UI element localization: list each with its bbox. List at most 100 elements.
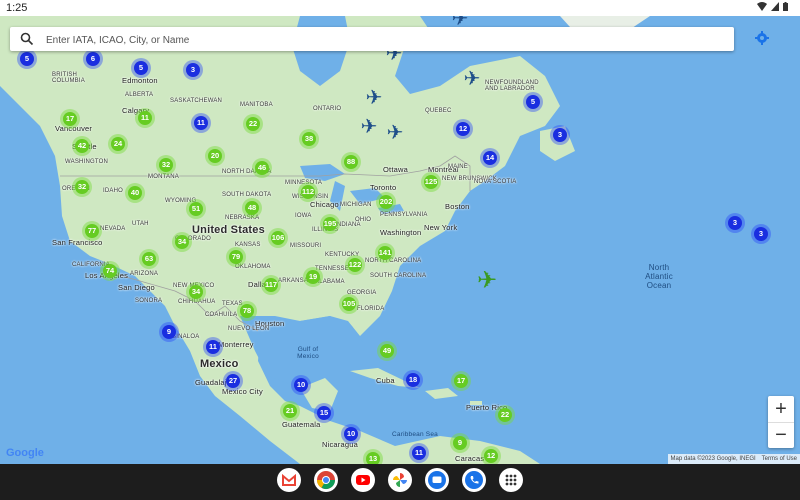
airport-cluster[interactable]: 46 (255, 161, 269, 175)
label-region: NEBRASKA (225, 215, 260, 221)
airport-cluster[interactable]: 48 (245, 201, 259, 215)
map-attribution: Map data ©2023 Google, INEGI Terms of Us… (667, 454, 800, 464)
airport-cluster[interactable]: 34 (175, 235, 189, 249)
airport-cluster[interactable]: 22 (246, 117, 260, 131)
airport-cluster[interactable]: 202 (379, 195, 393, 209)
airport-cluster[interactable]: 51 (189, 202, 203, 216)
gmail-icon[interactable] (277, 468, 301, 492)
airplane-icon-selected[interactable]: ✈ (477, 269, 497, 293)
search-input[interactable] (44, 29, 708, 51)
label-region: SONORA (135, 298, 163, 304)
airport-cluster[interactable]: 79 (229, 250, 243, 264)
airport-cluster[interactable]: 20 (208, 149, 222, 163)
airport-cluster[interactable]: 11 (206, 340, 220, 354)
airport-cluster[interactable]: 10 (344, 427, 358, 441)
airport-cluster[interactable]: 125 (424, 175, 438, 189)
label-region: NORTH CAROLINA (365, 258, 422, 264)
airport-cluster[interactable]: 14 (483, 151, 497, 165)
label-gulf: Gulf of Mexico (297, 346, 319, 360)
label-city: Chicago (310, 200, 339, 209)
airplane-icon[interactable]: ✈ (464, 69, 481, 89)
label-region: MONTANA (148, 174, 179, 180)
airport-cluster[interactable]: 13 (366, 452, 380, 464)
label-region: WASHINGTON (65, 159, 109, 165)
airport-cluster[interactable]: 15 (317, 406, 331, 420)
airport-cluster[interactable]: 74 (103, 264, 117, 278)
airport-cluster[interactable]: 5 (526, 95, 540, 109)
label-city: San Diego (118, 283, 155, 292)
map[interactable]: United States Mexico North Atlantic Ocea… (0, 16, 800, 464)
airport-cluster[interactable]: 42 (75, 139, 89, 153)
terms-link[interactable]: Terms of Use (762, 454, 797, 464)
airport-cluster[interactable]: 3 (553, 128, 567, 142)
airport-cluster[interactable]: 105 (342, 297, 356, 311)
airport-cluster[interactable]: 122 (348, 258, 362, 272)
label-region: SINALOA (172, 334, 200, 340)
airport-cluster[interactable]: 32 (75, 180, 89, 194)
airport-cluster[interactable]: 88 (344, 155, 358, 169)
airport-cluster[interactable]: 12 (456, 122, 470, 136)
messages-icon[interactable] (425, 468, 449, 492)
airport-cluster[interactable]: 18 (406, 373, 420, 387)
map-data-text: Map data ©2023 Google, INEGI (670, 456, 756, 462)
airplane-icon[interactable]: ✈ (361, 117, 378, 137)
zoom-in-button[interactable]: + (768, 396, 794, 423)
airport-cluster[interactable]: 3 (186, 63, 200, 77)
map-landmass (0, 16, 764, 464)
label-city: New York (424, 223, 458, 232)
airport-cluster[interactable]: 17 (454, 374, 468, 388)
zoom-out-button[interactable]: − (768, 422, 794, 448)
airport-cluster[interactable]: 112 (301, 185, 315, 199)
airport-cluster[interactable]: 9 (453, 436, 467, 450)
airport-cluster[interactable]: 3 (728, 216, 742, 230)
airport-cluster[interactable]: 27 (226, 374, 240, 388)
label-city: Caracas (455, 454, 485, 463)
airport-cluster[interactable]: 195 (323, 217, 337, 231)
airport-cluster[interactable]: 3 (754, 227, 768, 241)
airport-cluster[interactable]: 11 (412, 446, 426, 460)
airport-cluster[interactable]: 106 (271, 231, 285, 245)
airport-cluster[interactable]: 38 (302, 132, 316, 146)
airport-cluster[interactable]: 11 (194, 116, 208, 130)
phone-icon[interactable] (462, 468, 486, 492)
airport-cluster[interactable]: 11 (138, 111, 152, 125)
signal-icon (771, 2, 779, 11)
search-bar[interactable] (10, 27, 734, 51)
photos-icon[interactable] (388, 468, 412, 492)
airport-cluster[interactable]: 117 (264, 278, 278, 292)
airport-cluster[interactable]: 12 (484, 449, 498, 463)
airport-cluster[interactable]: 77 (85, 224, 99, 238)
airport-cluster[interactable]: 78 (240, 304, 254, 318)
airport-cluster[interactable]: 5 (20, 52, 34, 66)
airport-cluster[interactable]: 49 (380, 344, 394, 358)
airport-cluster[interactable]: 63 (142, 252, 156, 266)
label-city: Cuba (376, 376, 395, 385)
gear-icon[interactable] (754, 30, 770, 46)
label-ocean: North Atlantic Ocean (645, 263, 673, 290)
app-dock (270, 468, 530, 496)
airport-cluster[interactable]: 34 (189, 285, 203, 299)
airport-cluster[interactable]: 32 (159, 158, 173, 172)
label-city: Monterrey (218, 340, 254, 349)
chrome-icon[interactable] (314, 468, 338, 492)
airport-cluster[interactable]: 141 (378, 246, 392, 260)
airport-cluster[interactable]: 5 (134, 61, 148, 75)
airport-cluster[interactable]: 17 (63, 112, 77, 126)
airplane-icon[interactable]: ✈ (387, 123, 404, 143)
label-region: MICHIGAN (340, 202, 372, 208)
airport-cluster[interactable]: 40 (128, 186, 142, 200)
airport-cluster[interactable]: 6 (86, 52, 100, 66)
airport-cluster[interactable]: 22 (498, 408, 512, 422)
airport-cluster[interactable]: 9 (162, 325, 176, 339)
search-icon (20, 32, 34, 46)
youtube-icon[interactable] (351, 468, 375, 492)
airport-cluster[interactable]: 21 (283, 404, 297, 418)
airplane-icon[interactable]: ✈ (366, 88, 383, 108)
airport-cluster[interactable]: 24 (111, 137, 125, 151)
airport-cluster[interactable]: 19 (306, 270, 320, 284)
airport-cluster[interactable]: 10 (294, 378, 308, 392)
label-city: Vancouver (55, 124, 93, 133)
label-region: ALBERTA (125, 92, 154, 98)
apps-icon[interactable] (499, 468, 523, 492)
label-region: COAHUILA (205, 312, 238, 318)
